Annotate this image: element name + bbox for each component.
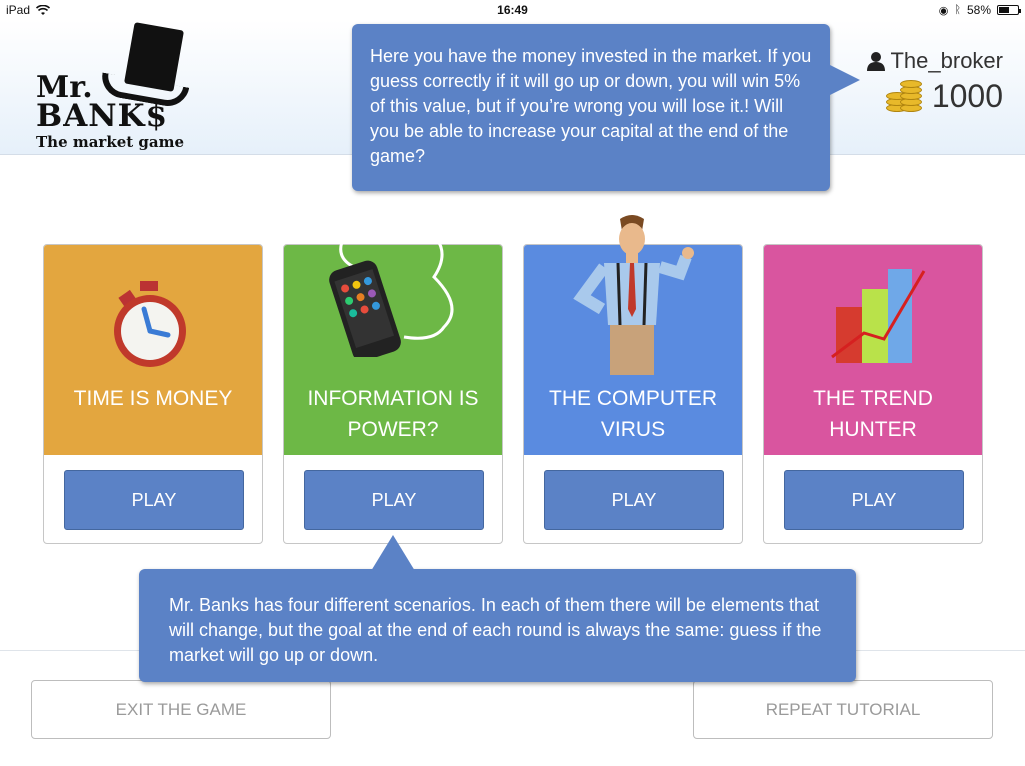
repeat-tutorial-button[interactable]: REPEAT TUTORIAL (693, 680, 993, 739)
scenario-card-computer-virus: THE COMPUTER VIRUS PLAY (523, 215, 743, 544)
play-button-trend-hunter[interactable]: PLAY (784, 470, 964, 530)
scenario-card-trend-hunter: THE TREND HUNTER PLAY (763, 244, 983, 544)
smartphone-icon (329, 225, 454, 357)
logo-tagline: The market game (36, 133, 185, 151)
logo: Mr. BANK$ The market game (34, 22, 194, 154)
exit-game-button[interactable]: EXIT THE GAME (31, 680, 331, 739)
bar-chart-icon (831, 269, 926, 363)
user-info: The_broker (866, 48, 1003, 74)
coins-icon (884, 79, 924, 114)
battery-icon (997, 5, 1021, 15)
bluetooth-icon: ᚱ (954, 4, 961, 16)
scenario-title: THE COMPUTER VIRUS (549, 387, 717, 441)
scenario-title: TIME IS MONEY (73, 387, 233, 410)
scenario-title: INFORMATION IS POWER? (307, 387, 479, 441)
username: The_broker (890, 48, 1003, 73)
stopwatch-icon (114, 281, 186, 367)
businessman-icon (573, 215, 694, 375)
battery-percent: 58% (966, 3, 991, 17)
clock: 16:49 (497, 3, 528, 17)
scenario-card-time-is-money: TIME IS MONEY PLAY (43, 244, 263, 544)
play-button-information-is-power[interactable]: PLAY (304, 470, 484, 530)
scenario-card-information-is-power: INFORMATION IS POWER? PLAY (283, 225, 503, 544)
coin-balance: 1000 (884, 78, 1003, 115)
tooltip-scenarios: Mr. Banks has four different scenarios. … (139, 535, 856, 682)
status-right: ◉ ᚱ 58% (938, 3, 1021, 17)
user-icon (867, 52, 886, 71)
play-button-computer-virus[interactable]: PLAY (544, 470, 724, 530)
scenario-title: THE TREND HUNTER (813, 387, 933, 441)
status-bar: iPad 16:49 ◉ ᚱ 58% (0, 0, 1025, 20)
tooltip-coins: Here you have the money invested in the … (352, 24, 860, 191)
orientation-lock-icon: ◉ (938, 4, 949, 17)
coin-amount: 1000 (931, 78, 1003, 114)
play-button-time-is-money[interactable]: PLAY (64, 470, 244, 530)
logo-line2: BANK$ (36, 98, 169, 134)
